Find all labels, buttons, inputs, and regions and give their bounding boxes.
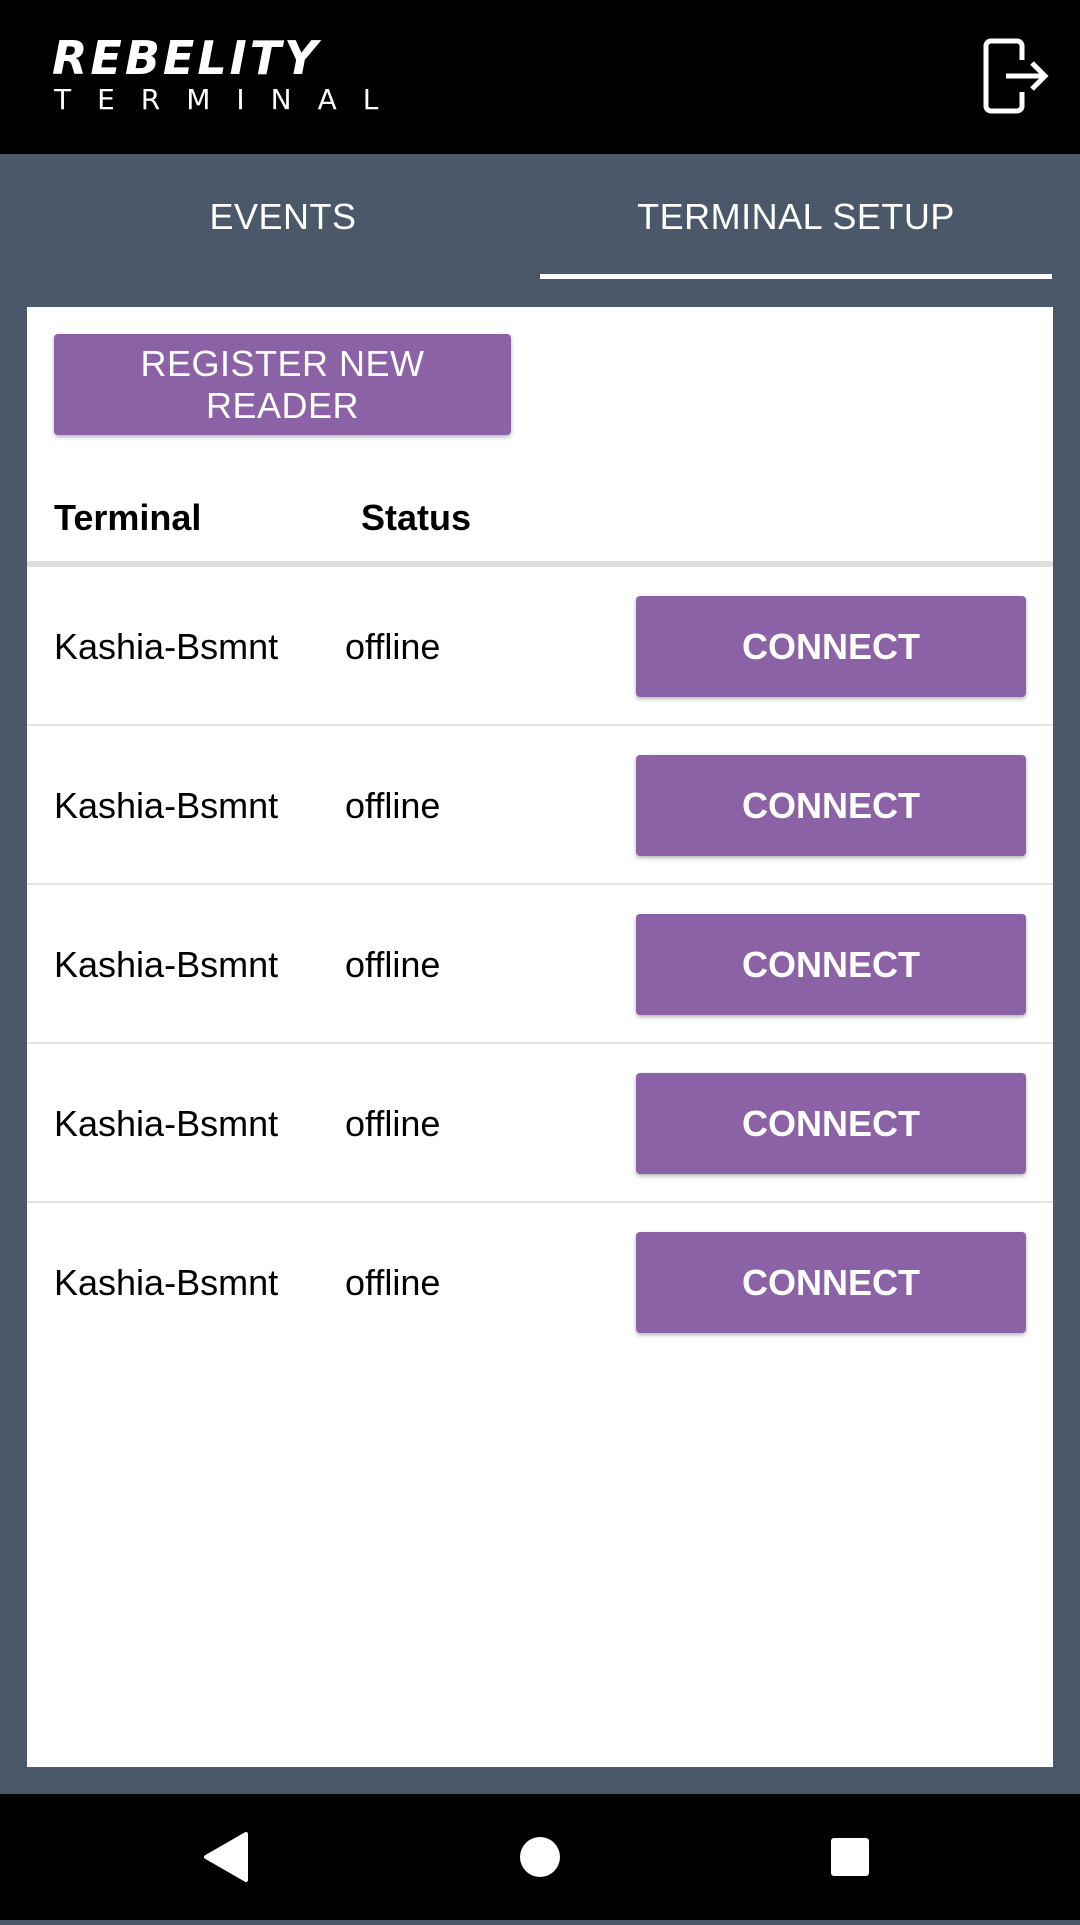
terminal-status: offline — [345, 1262, 441, 1303]
connect-button[interactable]: CONNECT — [636, 755, 1026, 856]
logout-icon[interactable] — [982, 38, 1052, 114]
logo-subtitle: TERMINAL — [54, 83, 405, 116]
terminal-status: offline — [345, 1103, 441, 1144]
connect-button[interactable]: CONNECT — [636, 1232, 1026, 1333]
terminal-name: Kashia-Bsmnt — [54, 944, 279, 985]
recents-icon[interactable] — [790, 1794, 910, 1920]
table-row: Kashia-Bsmnt offline CONNECT — [27, 567, 1053, 726]
terminal-name: Kashia-Bsmnt — [54, 785, 279, 826]
system-nav-bar — [0, 1794, 1080, 1920]
back-icon[interactable] — [166, 1794, 286, 1920]
terminal-name: Kashia-Bsmnt — [54, 1103, 279, 1144]
rebelity-logo: REBELITY TERMINAL — [52, 31, 378, 118]
connect-button[interactable]: CONNECT — [636, 914, 1026, 1015]
tab-terminal-setup[interactable]: TERMINAL SETUP — [540, 154, 1052, 280]
active-tab-indicator — [540, 274, 1052, 279]
app-bar: REBELITY TERMINAL — [0, 0, 1080, 154]
terminal-status: offline — [345, 944, 441, 985]
connect-button[interactable]: CONNECT — [636, 1073, 1026, 1174]
tab-events[interactable]: EVENTS — [27, 154, 539, 280]
column-header-status: Status — [361, 497, 472, 538]
terminal-status: offline — [345, 626, 441, 667]
home-icon[interactable] — [480, 1794, 600, 1920]
terminal-name: Kashia-Bsmnt — [54, 626, 279, 667]
table-row: Kashia-Bsmnt offline CONNECT — [27, 726, 1053, 885]
connect-button[interactable]: CONNECT — [636, 596, 1026, 697]
table-row: Kashia-Bsmnt offline CONNECT — [27, 885, 1053, 1044]
tab-bar: EVENTS TERMINAL SETUP — [0, 154, 1080, 280]
terminal-setup-panel: REGISTER NEW READER Terminal Status Kash… — [27, 307, 1053, 1767]
terminal-name: Kashia-Bsmnt — [54, 1262, 279, 1303]
table-row: Kashia-Bsmnt offline CONNECT — [27, 1044, 1053, 1203]
terminal-status: offline — [345, 785, 441, 826]
register-new-reader-button[interactable]: REGISTER NEW READER — [54, 334, 511, 435]
table-row: Kashia-Bsmnt offline CONNECT — [27, 1203, 1053, 1362]
logo-wordmark: REBELITY — [52, 31, 321, 85]
column-header-terminal: Terminal — [54, 497, 202, 538]
